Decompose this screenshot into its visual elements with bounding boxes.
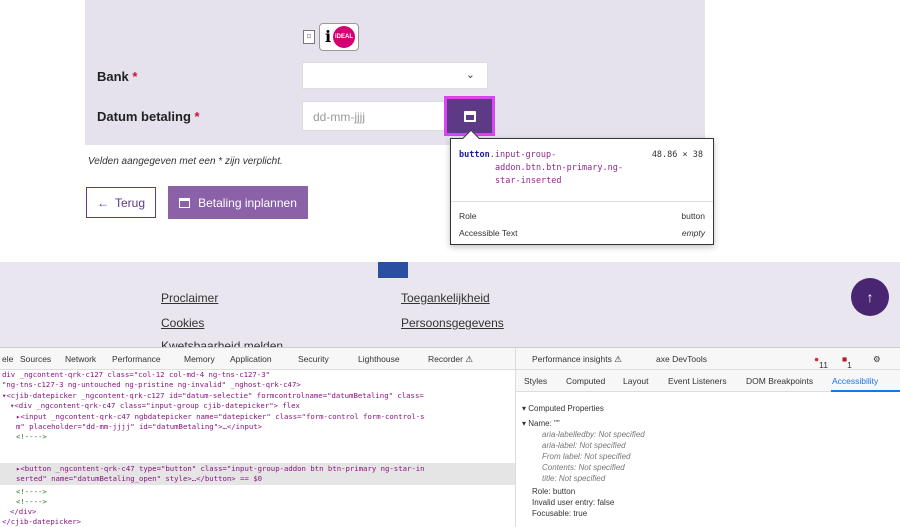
aria-label-row: aria-label: Not specified (542, 441, 626, 450)
tooltip-dimensions: 48.86 × 38 (651, 150, 703, 160)
small-logo-icon: ⊡ (303, 30, 315, 44)
required-mark: * (132, 69, 138, 84)
dom-comment[interactable]: <!----> (16, 497, 47, 507)
ideal-i-glyph: i (325, 27, 332, 46)
tooltip-classes-2: addon.btn.btn-primary.ng- (495, 163, 623, 173)
title-row: title: Not specified (542, 474, 606, 483)
date-label: Datum betaling * (97, 109, 200, 124)
tab-performance[interactable]: Performance (112, 354, 161, 364)
tooltip-role-label: Role (459, 211, 477, 221)
name-label: Name: "" (528, 419, 560, 428)
dom-line[interactable]: m" placeholder="dd-mm-jjjj" id="datumBet… (16, 422, 262, 432)
tab-sources[interactable]: Sources (20, 354, 51, 364)
tab-event-listeners[interactable]: Event Listeners (668, 376, 727, 386)
tab-styles[interactable]: Styles (524, 376, 547, 386)
contents-row: Contents: Not specified (542, 463, 625, 472)
arrow-left-icon: ← (96, 195, 109, 210)
from-label-row: From label: Not specified (542, 452, 631, 461)
tooltip-role-row: Role button (459, 211, 705, 221)
tooltip-role-value: button (681, 211, 705, 221)
dom-tree: div _ngcontent-qrk-c127 class="col-12 co… (0, 370, 515, 527)
dom-comment[interactable]: <!----> (16, 487, 47, 497)
settings-gear-icon[interactable]: ⚙ (873, 354, 881, 365)
footer-link-proclaimer[interactable]: Proclaimer (161, 291, 218, 305)
chevron-down-icon: ⌄ (465, 69, 475, 81)
footer-link-cookies[interactable]: Cookies (161, 316, 204, 330)
tab-layout[interactable]: Layout (623, 376, 649, 386)
tab-axe-devtools[interactable]: axe DevTools (656, 354, 707, 364)
page: ⊡ i iDEAL Bank * ⌄ Datum betaling * dd-m… (0, 0, 900, 527)
calendar-icon (463, 110, 476, 122)
back-button[interactable]: ← Terug (86, 187, 156, 218)
tooltip-accessible-value: empty (681, 228, 705, 238)
site-footer: Proclaimer Toegankelijkheid Cookies Pers… (0, 262, 900, 353)
schedule-payment-button[interactable]: Betaling inplannen (168, 186, 308, 219)
calendar-icon (179, 197, 191, 208)
error-count-badge[interactable]: ● 11 (814, 354, 828, 370)
tooltip-divider (451, 201, 713, 202)
tab-recorder[interactable]: Recorder ⚠ (428, 354, 473, 365)
dom-line[interactable]: ▾<cjib-datepicker _ngcontent-qrk-c127 id… (2, 391, 424, 401)
tab-memory[interactable]: Memory (184, 354, 215, 364)
dom-line[interactable]: </cjib-datepicker> (2, 517, 81, 527)
tab-accessibility[interactable]: Accessibility (832, 376, 878, 386)
focusable-row: Focusable: true (532, 509, 588, 518)
ideal-logo: ⊡ i iDEAL (303, 23, 363, 53)
tab-security[interactable]: Security (298, 354, 329, 364)
invalid-entry-row: Invalid user entry: false (532, 498, 615, 507)
bank-label-text: Bank (97, 69, 129, 84)
tooltip-accessible-text-row: Accessible Text empty (459, 228, 705, 238)
schedule-button-label: Betaling inplannen (198, 195, 297, 210)
dom-line[interactable]: "ng-tns-c127-3 ng-untouched ng-pristine … (2, 380, 301, 390)
dom-line-selected[interactable]: ▸<button _ngcontent-qrk-c47 type="button… (16, 464, 425, 474)
dom-line[interactable]: ▾<div _ngcontent-qrk-c47 class="input-gr… (10, 401, 300, 411)
date-label-text: Datum betaling (97, 109, 191, 124)
tab-network[interactable]: Network (65, 354, 96, 364)
required-mark: * (194, 109, 200, 124)
computed-properties-header[interactable]: ▾ Computed Properties (522, 404, 604, 413)
tab-lighthouse[interactable]: Lighthouse (358, 354, 400, 364)
tab-dom-breakpoints[interactable]: DOM Breakpoints (746, 376, 813, 386)
devtools-extra-tabs: Performance insights ⚠ axe DevTools ● 11… (515, 348, 900, 370)
bank-label: Bank * (97, 69, 137, 84)
eu-flag-icon (378, 262, 408, 278)
error-count: 11 (819, 360, 828, 370)
computed-properties-label: Computed Properties (528, 404, 604, 413)
warning-count: 1 (847, 360, 852, 370)
footer-link-persoonsgegevens[interactable]: Persoonsgegevens (401, 316, 504, 330)
tooltip-accessible-label: Accessible Text (459, 228, 518, 238)
name-row[interactable]: ▾ Name: "" (522, 419, 560, 428)
tab-computed[interactable]: Computed (566, 376, 605, 386)
dom-line[interactable]: div _ngcontent-qrk-c127 class="col-12 co… (2, 370, 270, 380)
dom-line[interactable]: </div> (10, 507, 36, 517)
devtools-panel: ele Sources Network Performance Memory A… (0, 347, 900, 527)
dom-comment[interactable]: <!----> (16, 432, 47, 442)
tab-application[interactable]: Application (230, 354, 272, 364)
tab-elements[interactable]: ele (2, 354, 13, 364)
warning-count-badge[interactable]: ■ 1 (842, 354, 852, 370)
footer-link-toegankelijkheid[interactable]: Toegankelijkheid (401, 291, 490, 305)
accessibility-pane: ▾ Computed Properties ▾ Name: "" aria-la… (516, 392, 900, 527)
required-note: Velden aangegeven met een * zijn verplic… (88, 156, 283, 167)
role-row: Role: button (532, 487, 576, 496)
sidebar-tabs: Styles Computed Layout Event Listeners D… (516, 370, 900, 392)
dom-line[interactable]: ▸<input _ngcontent-qrk-c47 ngbdatepicker… (16, 412, 425, 422)
sidebar-panel: Styles Computed Layout Event Listeners D… (515, 370, 900, 527)
scroll-to-top-button[interactable]: ↑ (851, 278, 889, 316)
tooltip-classes-1: .input-group- (489, 150, 557, 160)
bank-select[interactable]: ⌄ (302, 62, 488, 89)
tab-performance-insights[interactable]: Performance insights ⚠ (532, 354, 622, 365)
inspect-tooltip: button.input-group- addon.btn.btn-primar… (450, 129, 714, 245)
back-button-label: Terug (114, 195, 146, 210)
arrow-up-icon: ↑ (866, 289, 874, 305)
devtools-main-tabs: ele Sources Network Performance Memory A… (0, 348, 515, 370)
datepicker-open-button[interactable] (444, 96, 495, 136)
tooltip-element: button (459, 150, 490, 160)
dom-line-selected[interactable]: serted" name="datumBetaling_open" style>… (16, 474, 262, 484)
ideal-circle: iDEAL (333, 26, 355, 48)
date-input[interactable]: dd-mm-jjjj (302, 101, 445, 131)
tooltip-classes-3: star-inserted (495, 176, 562, 186)
aria-labelledby-row: aria-labelledby: Not specified (542, 430, 645, 439)
tooltip-selector: button.input-group- addon.btn.btn-primar… (459, 149, 649, 188)
